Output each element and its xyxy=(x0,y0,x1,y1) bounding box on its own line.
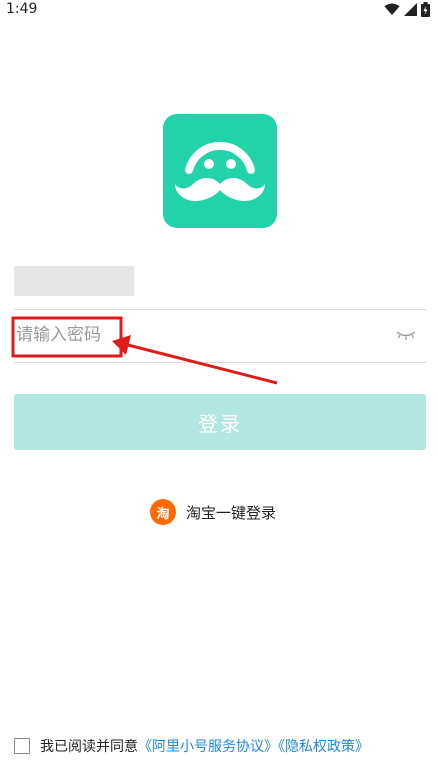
privacy-policy-link[interactable]: 《隐私权政策》 xyxy=(278,739,369,755)
account-underline xyxy=(14,309,426,310)
wifi-icon xyxy=(384,3,400,15)
password-input[interactable] xyxy=(14,318,378,352)
service-agreement-link[interactable]: 《阿里小号服务协议》 xyxy=(138,739,278,755)
app-logo xyxy=(163,114,277,228)
taobao-login-button[interactable]: 淘 淘宝一键登录 xyxy=(150,498,276,526)
eye-closed-icon[interactable] xyxy=(396,329,416,341)
agreement-checkbox[interactable] xyxy=(14,738,30,754)
cellular-signal-icon xyxy=(404,3,417,16)
account-field-redacted[interactable] xyxy=(14,266,134,296)
agreement-text: 我已阅读并同意 xyxy=(40,739,138,755)
agreement-row: 我已阅读并同意《阿里小号服务协议》《隐私权政策》 xyxy=(14,736,369,756)
password-underline xyxy=(14,362,426,363)
status-icons xyxy=(384,2,430,17)
login-button[interactable]: 登录 xyxy=(14,394,426,450)
taobao-login-label: 淘宝一键登录 xyxy=(186,503,277,522)
taobao-icon: 淘 xyxy=(150,499,176,525)
battery-icon xyxy=(421,2,430,17)
status-time: 1:49 xyxy=(6,1,38,17)
status-bar: 1:49 xyxy=(0,0,438,22)
